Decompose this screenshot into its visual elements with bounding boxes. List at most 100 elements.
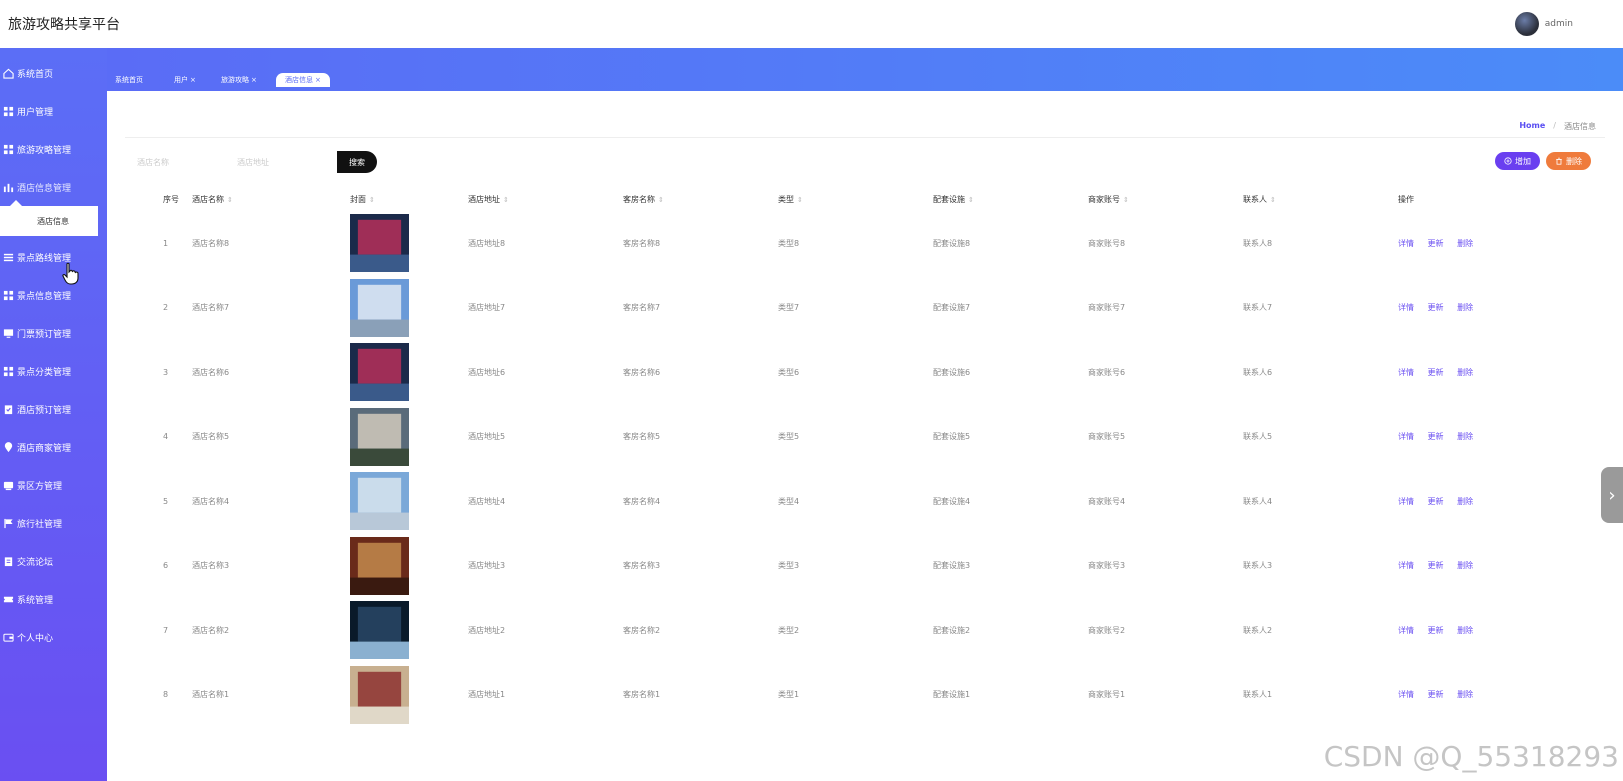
hotel-name-search-input[interactable]: [137, 153, 229, 171]
column-header[interactable]: 客房名称 ⇕: [623, 187, 778, 211]
tab-bar: 系统首页 用户 × 旅游攻略 × 酒店信息 ×: [107, 48, 1623, 91]
tab-label: 酒店信息: [285, 76, 313, 84]
column-header-label: 联系人: [1243, 194, 1267, 204]
cell-account: 商家账号2: [1088, 625, 1126, 635]
search-button[interactable]: 搜索: [337, 151, 377, 173]
clipboard-icon: [3, 404, 14, 415]
update-link[interactable]: 更新: [1428, 303, 1444, 312]
cell-address: 酒店地址5: [468, 432, 506, 442]
delete-button-label: 删除: [1566, 156, 1582, 166]
top-bar: 旅游攻略共享平台 admin: [0, 0, 1623, 48]
tab-users[interactable]: 用户 ×: [174, 73, 196, 87]
update-link[interactable]: 更新: [1428, 368, 1444, 377]
update-link[interactable]: 更新: [1428, 690, 1444, 699]
detail-link[interactable]: 详情: [1398, 497, 1414, 506]
column-header[interactable]: 封面 ⇕: [350, 187, 468, 211]
batch-delete-button[interactable]: 删除: [1546, 152, 1591, 170]
sidebar-item-scenic-operators[interactable]: 景区方管理: [0, 466, 107, 504]
hotel-cover-image[interactable]: [350, 407, 409, 466]
column-header[interactable]: 类型 ⇕: [778, 187, 933, 211]
column-header[interactable]: 配套设施 ⇕: [933, 187, 1088, 211]
column-header[interactable]: 商家账号 ⇕: [1088, 187, 1243, 211]
sort-icon[interactable]: ⇕: [658, 196, 664, 204]
sidebar-item-spots[interactable]: 景点信息管理: [0, 276, 107, 314]
sidebar-item-users[interactable]: 用户管理: [0, 92, 107, 130]
tab-hotel-info[interactable]: 酒店信息 ×: [276, 73, 330, 87]
update-link[interactable]: 更新: [1428, 626, 1444, 635]
update-link[interactable]: 更新: [1428, 432, 1444, 441]
detail-link[interactable]: 详情: [1398, 239, 1414, 248]
sort-icon[interactable]: ⇕: [797, 196, 803, 204]
grid-icon: [3, 290, 14, 301]
column-header[interactable]: 酒店地址 ⇕: [468, 187, 623, 211]
update-link[interactable]: 更新: [1428, 497, 1444, 506]
table-row: 3 酒店名称6 酒店地址6 客房名称6 类型6 配套设施6 商家账号6 联系人6…: [163, 340, 1518, 405]
sidebar-item-forum[interactable]: 交流论坛: [0, 542, 107, 580]
detail-link[interactable]: 详情: [1398, 561, 1414, 570]
detail-link[interactable]: 详情: [1398, 432, 1414, 441]
hotel-cover-image[interactable]: [350, 601, 409, 660]
hotel-cover-image[interactable]: [350, 343, 409, 402]
delete-link[interactable]: 删除: [1457, 432, 1473, 441]
hotel-cover-image[interactable]: [350, 472, 409, 531]
sidebar-item-routes[interactable]: 景点路线管理: [0, 238, 107, 276]
chevron-right-icon[interactable]: ›: [1601, 467, 1623, 523]
detail-link[interactable]: 详情: [1398, 626, 1414, 635]
close-icon[interactable]: ×: [251, 76, 257, 84]
delete-link[interactable]: 删除: [1457, 497, 1473, 506]
sort-icon[interactable]: ⇕: [1270, 196, 1276, 204]
sidebar-item-agencies[interactable]: 旅行社管理: [0, 504, 107, 542]
avatar[interactable]: [1514, 12, 1539, 36]
cell-no: 5: [163, 496, 169, 506]
user-name[interactable]: admin: [1545, 19, 1573, 29]
hotel-cover-image[interactable]: [350, 278, 409, 337]
tab-guides[interactable]: 旅游攻略 ×: [221, 73, 257, 87]
sidebar-item-home[interactable]: 系统首页: [0, 54, 107, 92]
update-link[interactable]: 更新: [1428, 239, 1444, 248]
cell-no: 8: [163, 690, 169, 700]
detail-link[interactable]: 详情: [1398, 368, 1414, 377]
column-header-label: 封面: [350, 194, 366, 204]
breadcrumb-home[interactable]: Home: [1519, 121, 1545, 132]
table-header-row: 序号 酒店名称 ⇕ 封面 ⇕ 酒店地址 ⇕ 客房名称 ⇕ 类型 ⇕ 配套设施 ⇕ 商家账号 ⇕…: [163, 187, 1518, 211]
detail-link[interactable]: 详情: [1398, 690, 1414, 699]
hotel-address-search-input[interactable]: [237, 153, 329, 171]
tab-home[interactable]: 系统首页: [115, 73, 143, 87]
cell-hotel-name: 酒店名称1: [192, 690, 230, 700]
column-header[interactable]: 酒店名称 ⇕: [192, 187, 350, 211]
sort-icon[interactable]: ⇕: [1123, 196, 1129, 204]
hotel-cover-image[interactable]: [350, 665, 409, 724]
sidebar-item-tickets[interactable]: 门票预订管理: [0, 314, 107, 352]
breadcrumb-separator: /: [1553, 121, 1556, 130]
sort-icon[interactable]: ⇕: [503, 196, 509, 204]
watermark: CSDN @Q_55318293: [1323, 740, 1619, 773]
delete-link[interactable]: 删除: [1457, 303, 1473, 312]
cell-room: 客房名称1: [623, 690, 661, 700]
sidebar-item-guides[interactable]: 旅游攻略管理: [0, 130, 107, 168]
hotel-cover-image[interactable]: [350, 536, 409, 595]
sidebar-item-merchants[interactable]: 酒店商家管理: [0, 428, 107, 466]
delete-link[interactable]: 删除: [1457, 239, 1473, 248]
sidebar-subitem-hotel-info[interactable]: 酒店信息: [0, 206, 98, 236]
user-menu[interactable]: admin: [1514, 12, 1573, 36]
sidebar-item-hotel-booking[interactable]: 酒店预订管理: [0, 390, 107, 428]
cell-type: 类型2: [778, 625, 800, 635]
delete-link[interactable]: 删除: [1457, 690, 1473, 699]
sort-icon[interactable]: ⇕: [968, 196, 974, 204]
column-header[interactable]: 联系人 ⇕: [1243, 187, 1398, 211]
detail-link[interactable]: 详情: [1398, 303, 1414, 312]
update-link[interactable]: 更新: [1428, 561, 1444, 570]
hotel-cover-image[interactable]: [350, 214, 409, 273]
close-icon[interactable]: ×: [190, 76, 196, 84]
cell-cover: [350, 598, 468, 663]
sort-icon[interactable]: ⇕: [227, 196, 233, 204]
delete-link[interactable]: 删除: [1457, 561, 1473, 570]
add-button[interactable]: 增加: [1495, 152, 1540, 170]
close-icon[interactable]: ×: [315, 76, 321, 84]
sort-icon[interactable]: ⇕: [369, 196, 375, 204]
sidebar-item-categories[interactable]: 景点分类管理: [0, 352, 107, 390]
sidebar-item-profile[interactable]: 个人中心: [0, 618, 107, 656]
delete-link[interactable]: 删除: [1457, 626, 1473, 635]
sidebar-item-system[interactable]: 系统管理: [0, 580, 107, 618]
delete-link[interactable]: 删除: [1457, 368, 1473, 377]
